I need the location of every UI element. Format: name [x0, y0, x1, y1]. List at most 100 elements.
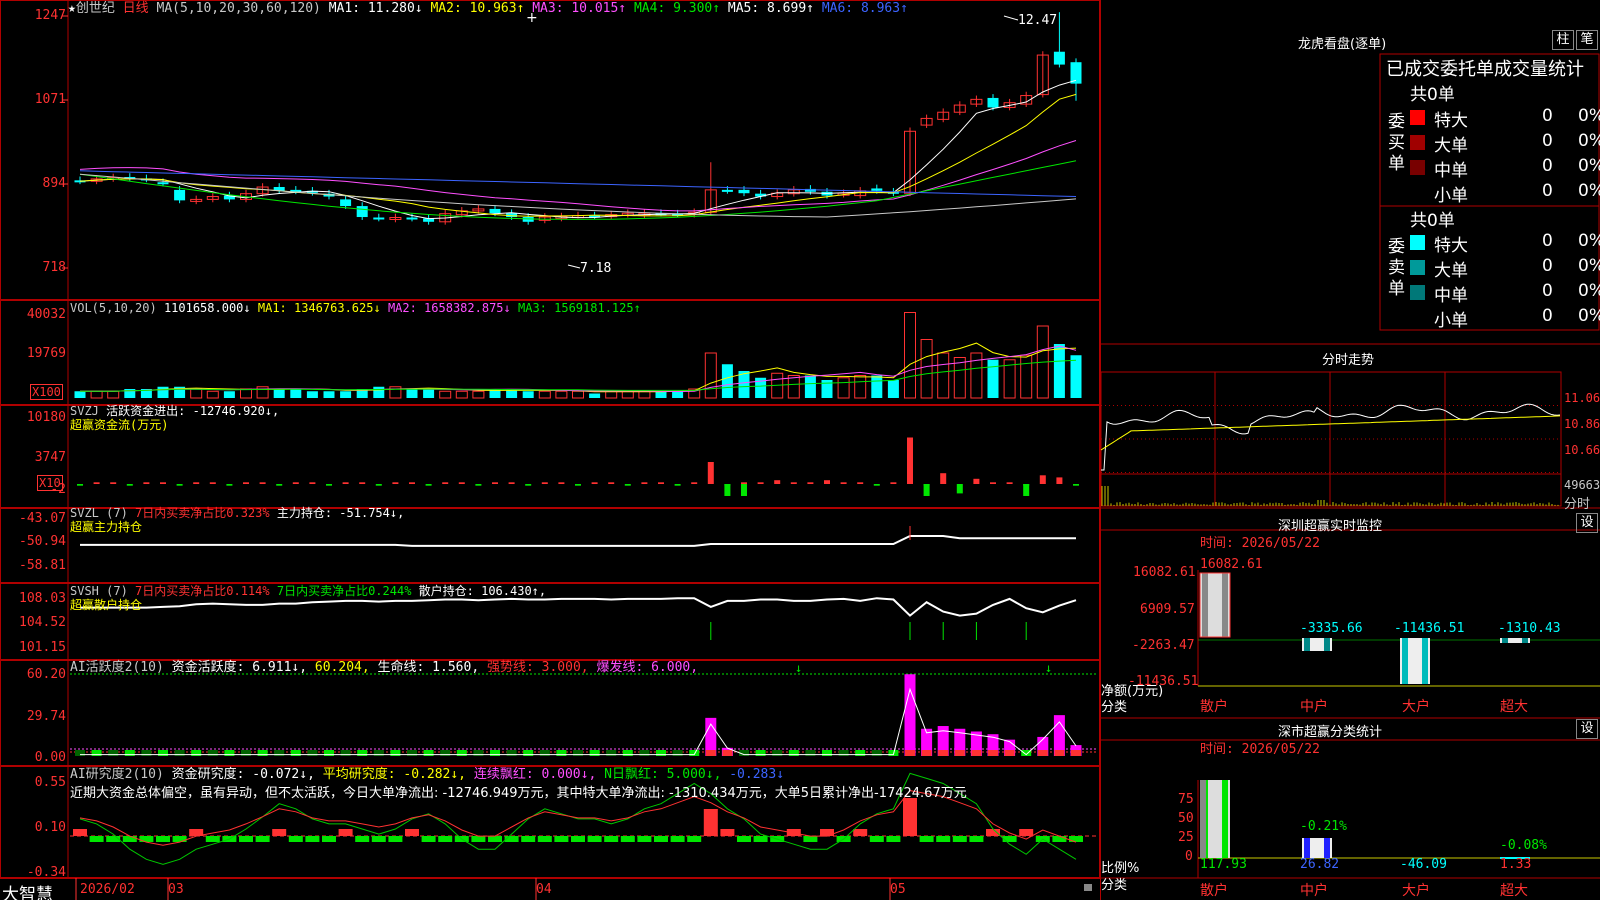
fund-flow-bar: [475, 484, 481, 486]
panel-border: [1, 1, 1100, 300]
volume-bar: [324, 391, 335, 398]
sz-class-xlabel: 分类: [1101, 874, 1127, 893]
vol-header: VOL(5,10,20) 1101658.000↓ MA1: 1346763.6…: [70, 301, 641, 315]
bar-mode-button[interactable]: 柱: [1552, 30, 1574, 50]
down-candle: [871, 188, 882, 190]
sz-class-settings-button[interactable]: 设: [1576, 719, 1598, 739]
volume-bar: [639, 391, 650, 398]
activity-base: [938, 750, 948, 756]
sell-row-swatch: [1410, 260, 1425, 275]
fund-flow-bar: [392, 482, 398, 484]
vol-ma3-line: [80, 360, 1076, 391]
volume-bar: [75, 391, 86, 398]
volume-bar: [224, 391, 235, 398]
down-candle: [174, 190, 185, 200]
fund-flow-bar: [326, 484, 332, 486]
research-bar: [953, 836, 967, 842]
sell-row-name: 中单: [1434, 281, 1468, 306]
buy-row-name: 中单: [1434, 156, 1468, 181]
sz-monitor-bar: [1304, 638, 1310, 651]
fund-flow-bar: [575, 484, 581, 486]
buy-row-count: 0: [1542, 156, 1553, 176]
volume-bar: [423, 389, 434, 398]
research-bar: [654, 836, 668, 842]
period-label[interactable]: 日线: [123, 1, 149, 16]
sz-monitor-cat: 中户: [1300, 696, 1328, 716]
sz-class-bar: [1324, 838, 1330, 858]
volume-bar: [91, 391, 102, 398]
fund-flow-bar: [658, 482, 664, 484]
fund-flow-bar: [193, 482, 199, 484]
volume-bar: [523, 391, 534, 398]
intraday-unit: 分时: [1564, 493, 1590, 512]
ai-act-axis-label: 60.20: [27, 668, 66, 682]
vol-multiplier[interactable]: X100: [30, 384, 63, 400]
fund-flow-bar: [77, 484, 83, 486]
lock-icon: [1084, 884, 1092, 891]
fund-flow-bar: [1073, 484, 1079, 486]
star-icon[interactable]: ★: [68, 1, 76, 16]
research-bar: [239, 836, 253, 842]
low-pointer: [568, 265, 580, 268]
volume-bar: [656, 391, 667, 398]
activity-base: [706, 750, 716, 756]
intraday-axis-label: 10.66: [1564, 443, 1600, 457]
volume-bar: [1054, 344, 1065, 398]
sz-class-value: 26.82: [1300, 858, 1339, 872]
fund-flow-bar: [558, 482, 564, 484]
fund-flow-bar: [542, 482, 548, 484]
sz-class-title: 深市超赢分类统计: [1278, 721, 1382, 740]
tick-mode-button[interactable]: 笔: [1576, 30, 1598, 50]
fund-flow-bar: [409, 482, 415, 484]
date-label: 04: [536, 883, 552, 897]
fund-flow-bar: [741, 484, 747, 496]
sz-monitor-value: -11436.51: [1394, 622, 1464, 636]
ai-res-axis-label: 0.10: [35, 821, 66, 835]
sell-row-name: 小单: [1434, 306, 1468, 331]
sz-monitor-title: 深圳超赢实时监控: [1278, 515, 1382, 534]
price-high-mark: 12.47: [1018, 14, 1057, 28]
volume-bar: [705, 353, 716, 398]
volume-bar: [871, 376, 882, 399]
research-bar: [754, 836, 768, 842]
volume-bar: [622, 391, 633, 398]
svsh-header: SVSH (7) 7日内买卖净占比0.114% 7日内买卖净占比0.244% 散…: [70, 584, 546, 598]
volume-bar: [407, 389, 418, 398]
volume-bar: [241, 389, 252, 398]
volume-bar: [606, 391, 617, 398]
sz-monitor-settings-button[interactable]: 设: [1576, 513, 1598, 533]
chart-area[interactable]: +↓ ↓: [0, 0, 1100, 900]
sz-monitor-time: 时间: 2026/05/22: [1200, 537, 1320, 551]
fund-flow-bar: [758, 482, 764, 484]
sz-monitor-axis: 16082.61: [1133, 566, 1196, 580]
volume-bar: [1021, 355, 1032, 398]
vol-axis-label: 40032: [27, 308, 66, 322]
sell-row-pct: 0%: [1578, 256, 1600, 276]
research-bar: [123, 836, 137, 842]
fund-flow-bar: [210, 482, 216, 484]
svzj-subtitle: 超赢资金流(万元): [70, 418, 168, 432]
fund-flow-bar: [608, 482, 614, 484]
price-axis-label: 1247: [35, 9, 66, 23]
svzj-multiplier[interactable]: X10: [37, 475, 63, 491]
svsh-axis-label: 108.03: [19, 592, 66, 606]
fund-flow-bar: [924, 484, 930, 496]
fund-flow-bar: [874, 484, 880, 486]
buy-row-swatch: [1410, 185, 1425, 200]
sell-row-count: 0: [1542, 306, 1553, 326]
volume-bar: [257, 387, 268, 398]
volume-bar: [290, 389, 301, 398]
intraday-vol-label: 49663: [1564, 478, 1600, 492]
fund-flow-bar: [973, 479, 979, 484]
research-bar: [554, 836, 568, 842]
sell-row-swatch: [1410, 310, 1425, 325]
svsh-axis-label: 104.52: [19, 616, 66, 630]
buy-row-pct: 0%: [1578, 131, 1600, 151]
ai-act-axis-label: 29.74: [27, 710, 66, 724]
volume-bar: [855, 376, 866, 399]
sell-orders-label: 委卖单: [1388, 237, 1408, 300]
sell-row-swatch: [1410, 285, 1425, 300]
research-bar: [521, 836, 535, 842]
sell-row-count: 0: [1542, 281, 1553, 301]
lhb-title: 龙虎看盘(逐单): [1298, 33, 1386, 52]
